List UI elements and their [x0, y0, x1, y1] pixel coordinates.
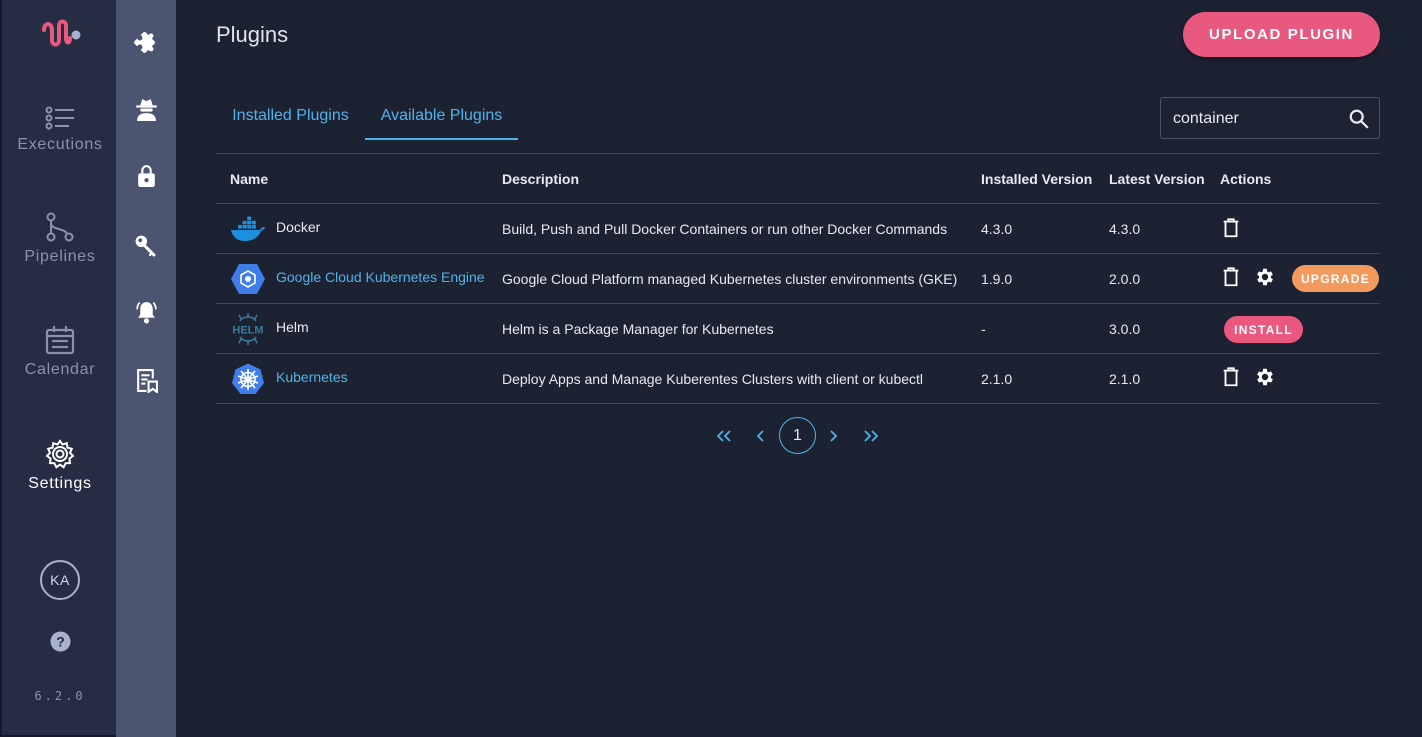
nav-label: Settings — [28, 475, 92, 492]
agent-icon[interactable] — [134, 97, 159, 122]
plugin-name-link[interactable]: Google Cloud Kubernetes Engine — [276, 254, 485, 300]
plugin-name: Helm — [276, 319, 309, 335]
trash-icon[interactable] — [1220, 366, 1242, 388]
installed-version: 4.3.0 — [981, 221, 1013, 237]
installed-version: 1.9.0 — [981, 271, 1013, 287]
settings-subnav — [116, 0, 176, 737]
table-header-row: Name Description Installed Version Lates… — [216, 154, 1380, 204]
latest-version: 2.1.0 — [1109, 371, 1141, 387]
plugin-name: Docker — [276, 219, 321, 235]
plugin-description: Google Cloud Platform managed Kubernetes… — [502, 271, 958, 287]
list-icon — [45, 106, 74, 130]
calendar-icon — [45, 326, 75, 355]
plugin-description: Build, Push and Pull Docker Containers o… — [502, 221, 948, 237]
chevron-left-icon — [756, 430, 764, 442]
first-page-button[interactable] — [714, 417, 734, 455]
app-version: 6.2.0 — [34, 689, 86, 703]
search-field — [1160, 97, 1380, 139]
puzzle-icon[interactable] — [134, 30, 159, 55]
upload-plugin-button[interactable]: UPLOAD PLUGIN — [1183, 12, 1380, 57]
docker-icon — [231, 216, 265, 241]
double-chevron-right-icon — [864, 430, 879, 442]
report-icon[interactable] — [134, 368, 159, 393]
key-icon[interactable] — [134, 234, 159, 259]
search-icon[interactable] — [1348, 108, 1370, 130]
pagination: 1 — [0, 417, 1422, 455]
column-header-description[interactable]: Description — [502, 154, 579, 204]
pipeline-icon — [46, 212, 74, 242]
plugins-table: Name Description Installed Version Lates… — [216, 153, 1380, 404]
lock-icon[interactable] — [134, 163, 159, 188]
table-row: Kubernetes Deploy Apps and Manage Kubere… — [216, 354, 1380, 404]
kubernetes-icon — [232, 363, 264, 394]
latest-version: 4.3.0 — [1109, 221, 1141, 237]
column-header-actions: Actions — [1220, 171, 1272, 187]
helm-icon: HELM — [232, 313, 264, 345]
nav-item-calendar[interactable]: Calendar — [2, 325, 118, 379]
bell-icon[interactable] — [134, 300, 159, 325]
column-header-latest-version[interactable]: Latest Version — [1109, 154, 1205, 204]
tab-available-plugins[interactable]: Available Plugins — [365, 107, 518, 140]
chevron-right-icon — [830, 430, 838, 442]
table-row: Docker Build, Push and Pull Docker Conta… — [216, 204, 1380, 254]
settings-gear-icon[interactable] — [1254, 366, 1276, 388]
nav-label: Executions — [17, 136, 103, 153]
gke-icon — [231, 264, 265, 294]
table-row: Google Cloud Kubernetes Engine Google Cl… — [216, 254, 1380, 304]
installed-version: - — [981, 321, 986, 337]
main-nav: Executions Pipelines Calendar Settings K… — [0, 0, 116, 737]
app-logo[interactable] — [40, 18, 82, 50]
previous-page-button[interactable] — [752, 417, 768, 455]
upgrade-button[interactable]: UPGRADE — [1292, 265, 1379, 292]
helm-icon-text: HELM — [232, 325, 263, 337]
install-button[interactable]: INSTALL — [1224, 316, 1303, 343]
page-title: Plugins — [216, 22, 289, 47]
next-page-button[interactable] — [826, 417, 842, 455]
column-header-name[interactable]: Name — [230, 154, 268, 204]
column-header-installed-version[interactable]: Installed Version — [981, 154, 1092, 204]
nav-label: Pipelines — [24, 248, 96, 265]
trash-icon[interactable] — [1220, 217, 1242, 239]
trash-icon[interactable] — [1220, 266, 1242, 288]
plugin-name-link[interactable]: Kubernetes — [276, 354, 348, 400]
plugin-description: Deploy Apps and Manage Kuberentes Cluste… — [502, 371, 924, 387]
settings-gear-icon[interactable] — [1254, 266, 1276, 288]
svg-text:?: ? — [56, 634, 65, 650]
table-row: HELM Helm Helm is a Package Manager for … — [216, 304, 1380, 354]
latest-version: 2.0.0 — [1109, 271, 1141, 287]
double-chevron-left-icon — [716, 430, 731, 442]
latest-version: 3.0.0 — [1109, 321, 1141, 337]
nav-item-pipelines[interactable]: Pipelines — [2, 212, 118, 266]
installed-version: 2.1.0 — [981, 371, 1013, 387]
last-page-button[interactable] — [861, 417, 881, 455]
search-input[interactable] — [1173, 108, 1343, 130]
tab-installed-plugins[interactable]: Installed Plugins — [216, 107, 365, 140]
plugin-description: Helm is a Package Manager for Kubernetes — [502, 321, 774, 337]
avatar[interactable]: KA — [40, 560, 80, 600]
help-icon[interactable]: ? — [50, 631, 71, 652]
page-number-button[interactable]: 1 — [779, 417, 816, 454]
nav-label: Calendar — [24, 361, 96, 378]
nav-item-executions[interactable]: Executions — [2, 106, 118, 154]
